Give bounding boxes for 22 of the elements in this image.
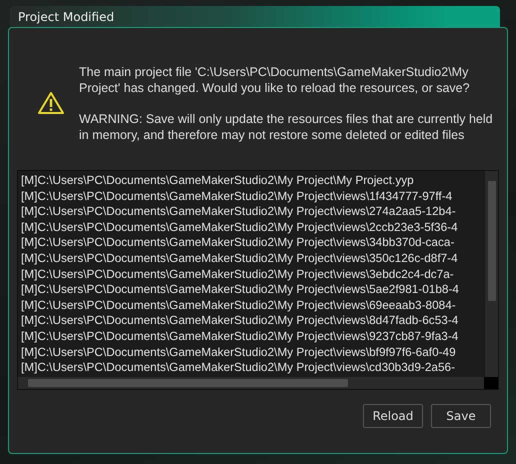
warning-icon — [37, 91, 65, 115]
file-path-item: [M]C:\Users\PC\Documents\GameMakerStudio2\My Project\views\350c126c-d8f7-4 — [21, 250, 459, 267]
message-text: The main project file 'C:\Users\PC\Documents\GameMakerStudio2\My Project' has changed. Would you like to reload the resources, or save? — [79, 64, 471, 96]
file-path-item: [M]C:\Users\PC\Documents\GameMakerStudio2\My Project\views\9237cb87-9fa3-4 — [21, 328, 460, 345]
file-path-item: [M]C:\Users\PC\Documents\GameMakerStudio2\My Project\views\34bb370d-caca- — [21, 235, 456, 251]
file-path-item: [M]C:\Users\PC\Documents\GameMakerStudio2\My Project\views\5ae2f981-01b8-4 — [21, 282, 460, 298]
file-path-item: [M]C:\Users\PC\Documents\GameMakerStudio2\My Project\views\1f434777-97ff-4 — [21, 188, 454, 204]
scrollbar-corner — [484, 377, 498, 389]
warning-text: WARNING: Save will only update the resources files that are currently held in memory, and therefore may not restore some deleted or edited files — [79, 111, 494, 143]
horizontal-scrollbar[interactable] — [18, 377, 484, 389]
file-path-item: [M]C:\Users\PC\Documents\GameMakerStudio2\My Project\views\bf9f97f6-6af0-49 — [21, 344, 457, 360]
file-path-item: [M]C:\Users\PC\Documents\GameMakerStudio2\My Project\views\cd30b3d9-2a56- — [21, 360, 456, 376]
window-title: Project Modified — [10, 6, 500, 27]
file-path-item: [M]C:\Users\PC\Documents\GameMakerStudio2\My Project\views\3ebdc2c4-dc7a- — [21, 266, 455, 282]
file-path-item: [M]C:\Users\PC\Documents\GameMakerStudio2\My Project\views\2ccb23e3-5f36-4 — [21, 220, 459, 236]
file-path-item: [M]C:\Users\PC\Documents\GameMakerStudio2\My Project\views\274a2aa5-12b4- — [21, 204, 457, 220]
vertical-scrollbar[interactable] — [484, 171, 498, 377]
reload-button[interactable]: Reload — [363, 404, 423, 428]
file-path-item: [M]C:\Users\PC\Documents\GameMakerStudio2\My Project\views\69eeaab3-8084- — [21, 298, 457, 314]
file-path-item: [M]C:\Users\PC\Documents\GameMakerStudio2\My Project\views\8d47fadb-6c53-4 — [21, 313, 460, 329]
file-path-item: [M]C:\Users\PC\Documents\GameMakerStudio2\My Project\My Project.yyp — [21, 173, 415, 189]
save-button[interactable]: Save — [431, 404, 491, 428]
